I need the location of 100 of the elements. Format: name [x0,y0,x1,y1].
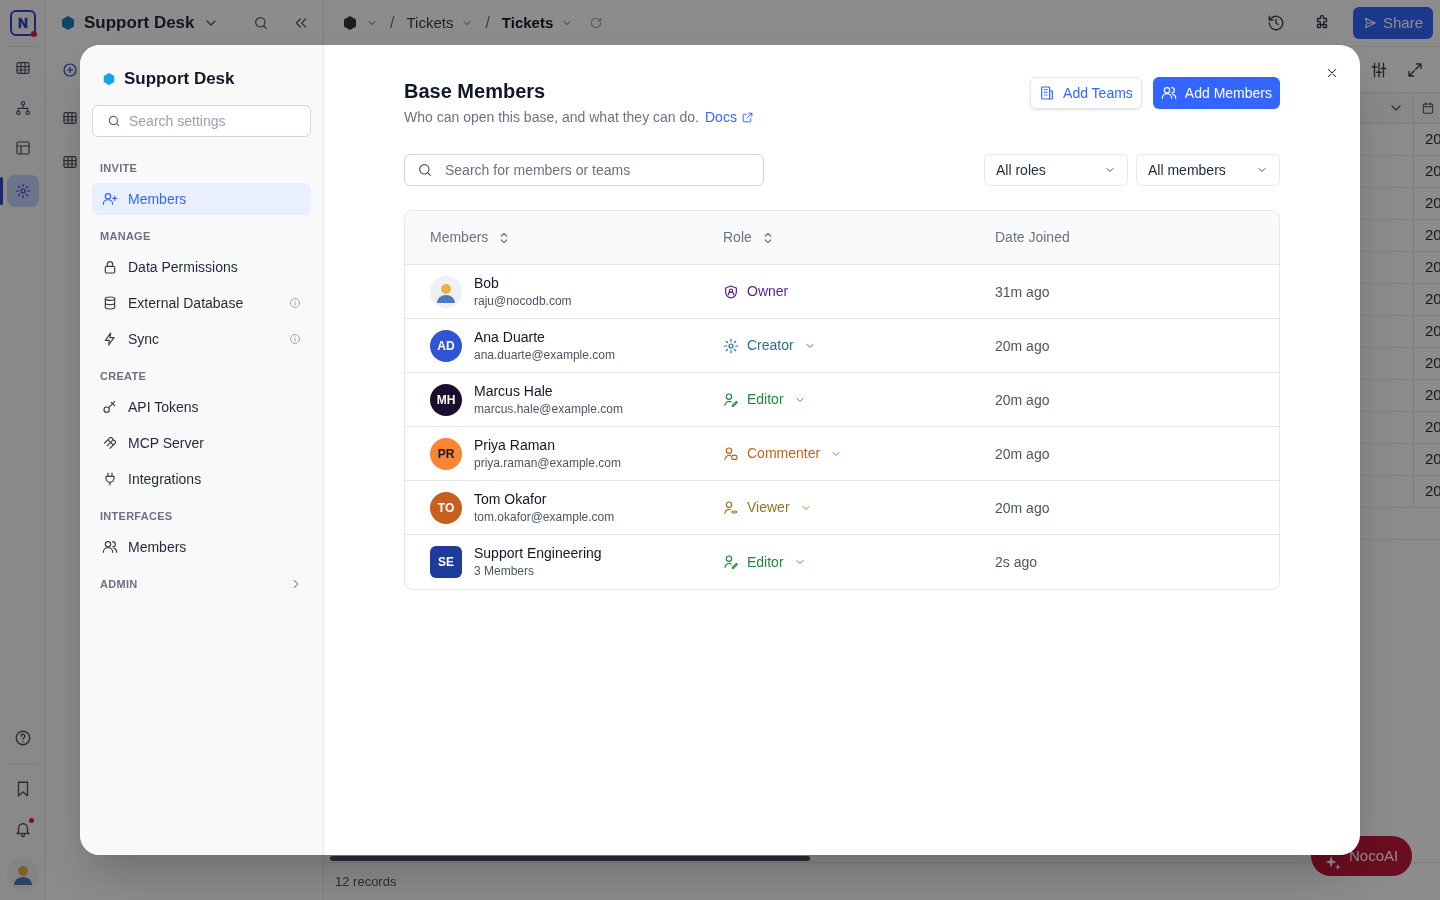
sidebar-item[interactable]: Members [92,531,311,563]
member-count: 3 Members [474,563,536,580]
member-email: ana.duarte@example.com [474,346,615,364]
record-count: 12 records [335,872,397,891]
hierarchy-icon [14,100,31,116]
role-selector[interactable]: Viewer [723,497,812,518]
users-icon [102,539,118,555]
breadcrumb-item[interactable]: Tickets [406,11,454,35]
role-selector[interactable]: Commenter [723,443,843,464]
logo-icon[interactable] [9,10,36,36]
breadcrumb-separator: / [390,13,395,33]
member-email: marcus.hale@example.com [474,400,623,418]
user-pen-icon [723,554,739,570]
users-icon [1160,85,1177,101]
collapse-icon [293,15,309,31]
sidebar-item[interactable]: Integrations [92,463,311,495]
member-email: priya.raman@example.com [474,454,621,472]
calendar-icon [1421,101,1435,115]
role-selector[interactable]: Editor [723,551,806,573]
base-icon [342,15,358,31]
breadcrumb-item[interactable]: Tickets [501,11,554,35]
plug-icon [102,471,118,487]
bolt-icon [102,331,118,347]
avatar: SE [430,546,462,578]
filter-dropdown[interactable]: All roles [984,154,1128,186]
base-icon [102,72,116,86]
scrollbar[interactable] [330,856,810,861]
lock-icon [102,259,118,275]
help-icon [13,729,32,747]
column-header: Date Joined [995,228,1070,247]
key-icon [102,399,118,415]
sidebar-item[interactable]: External Database [92,287,311,319]
search-icon [107,114,121,128]
database-icon [102,295,118,311]
section-heading: INTERFACES [100,508,173,524]
avatar: AD [430,329,462,362]
settings-button[interactable] [6,175,39,207]
sidebar-item[interactable]: Members [92,183,311,215]
section-heading: INVITE [100,160,138,176]
avatar: MH [430,383,462,416]
base-icon [60,15,76,31]
history-icon [1266,14,1285,32]
send-icon [1362,16,1377,30]
sidebar-item[interactable]: Data Permissions [92,251,311,283]
notification-icon [13,820,32,838]
member-name: Ana Duarte [474,327,546,346]
sliders-icon [1370,60,1388,79]
avatar-icon [6,858,39,890]
base-name[interactable]: Support Desk [84,10,195,36]
sidebar-item[interactable]: API Tokens [92,391,311,423]
user-chat-icon [723,445,739,462]
date-joined: 20m ago [995,391,1050,408]
search-icon [417,162,433,178]
section-heading[interactable]: ADMIN [100,575,138,593]
user-plus-icon [102,191,118,207]
avatar-icon [430,275,462,308]
sidebar-item[interactable]: MCP Server [92,427,311,459]
role-selector[interactable]: Editor [723,389,806,410]
role-selector: Owner [723,281,789,302]
member-email: tom.okafor@example.com [474,508,615,526]
user-gear-icon [723,337,739,354]
shield-icon [723,283,739,300]
filter-dropdown[interactable]: All members [1136,154,1280,186]
info-icon [289,297,301,309]
date-joined: 20m ago [995,499,1050,516]
breadcrumb-separator: / [485,13,490,33]
reload-icon [589,16,604,30]
date-joined: 2s ago [995,554,1038,570]
member-email: raju@nocodb.com [474,292,572,310]
share-button[interactable]: Share [1352,7,1433,39]
layout-icon [14,140,31,156]
column-header[interactable]: Members [430,227,489,248]
settings-icon [14,183,31,199]
role-selector[interactable]: Creator [723,335,816,356]
mcp-icon [102,435,118,451]
member-name: Bob [474,273,500,292]
user-eye-icon [723,499,739,516]
external-link-icon [740,111,754,124]
add-members-button[interactable]: Add Members [1152,77,1280,109]
add-teams-button[interactable]: Add Teams [1030,77,1142,109]
sparkle-icon [1325,856,1341,870]
info-icon [289,333,301,345]
date-joined: 20m ago [995,337,1050,354]
avatar: TO [430,491,462,524]
member-name: Marcus Hale [474,381,554,400]
page-title: Base Members [404,79,547,104]
section-heading: CREATE [100,368,147,384]
member-name: Support Engineering [474,544,602,562]
member-search-field[interactable]: Search for members or teams [404,154,764,186]
search-icon [253,15,269,31]
settings-search-field[interactable]: Search settings [92,105,311,137]
sidebar-item[interactable]: Sync [92,323,311,355]
docs-link[interactable]: Docs [705,107,754,128]
user-pen-icon [723,391,739,408]
date-joined: 20m ago [995,445,1050,462]
building-icon [1039,85,1056,101]
expand-icon [1406,60,1424,79]
table-icon [14,60,31,76]
member-name: Tom Okafor [474,489,548,508]
column-header[interactable]: Role [723,227,752,248]
